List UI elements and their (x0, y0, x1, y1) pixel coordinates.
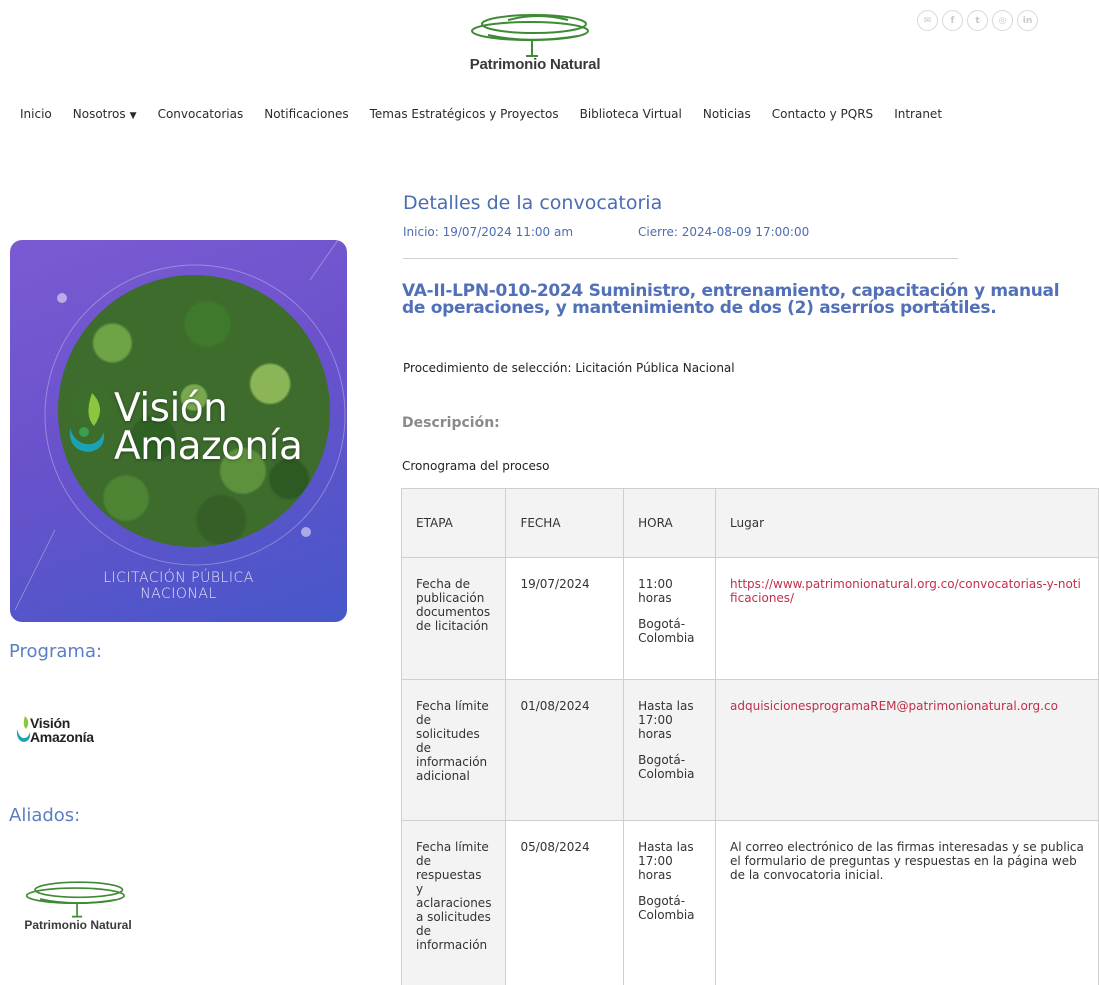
nav-item-temas[interactable]: Temas Estratégicos y Proyectos (370, 107, 559, 121)
inicio-date: Inicio: 19/07/2024 11:00 am (403, 225, 574, 239)
hora-value: Hasta las 17:00 horas (638, 840, 694, 882)
nav-item-nosotros-label: Nosotros (72, 107, 126, 121)
column-header-fecha: FECHA (505, 488, 625, 558)
convocatoria-dates: Inicio: 19/07/2024 11:00 am Cierre: 2024… (403, 225, 809, 239)
hora-cell: 11:00 horas Bogotá-Colombia (623, 557, 717, 680)
fecha-cell: 01/08/2024 (505, 679, 625, 821)
etapa-cell: Fecha límite de respuestas y aclaracione… (400, 820, 507, 985)
linkedin-icon[interactable]: in (1017, 10, 1038, 31)
page-title: Detalles de la convocatoria (403, 192, 663, 214)
lugar-cell: adquisicionesprogramaREM@patrimonionatur… (715, 679, 1099, 821)
main-nav: Inicio Nosotros ▼ Convocatorias Notificac… (20, 107, 963, 121)
vision-amazonia-logo[interactable]: Visión Amazonía (15, 714, 125, 746)
convocatorias-link[interactable]: https://www.patrimonionatural.org.co/con… (730, 577, 1081, 605)
schedule-table: ETAPA FECHA HORA Lugar Fecha de publicac… (400, 488, 1099, 985)
hero-title-line-2: Amazonía (114, 424, 303, 469)
logo-text: Patrimonio Natural (469, 56, 601, 73)
lugar-cell: https://www.patrimonionatural.org.co/con… (715, 557, 1099, 680)
email-link[interactable]: adquisicionesprogramaREM@patrimonionatur… (730, 699, 1058, 713)
twitter-icon[interactable]: t (967, 10, 988, 31)
programa-heading: Programa: (9, 641, 103, 662)
hero-subtitle-line-2: NACIONAL (140, 586, 217, 602)
hora-value: 11:00 horas (638, 577, 673, 605)
facebook-icon[interactable]: f (942, 10, 963, 31)
aliado-tree-icon (25, 881, 125, 918)
hero-subtitle-line-1: LICITACIÓN PÚBLICA (103, 570, 254, 586)
aliados-heading: Aliados: (9, 805, 81, 826)
aliado-patrimonio-natural-logo[interactable]: Patrimonio Natural (8, 878, 148, 938)
cierre-date: Cierre: 2024-08-09 17:00:00 (638, 225, 810, 239)
vision-amazonia-logo-line-2: Amazonía (30, 729, 94, 745)
nav-item-noticias[interactable]: Noticias (703, 107, 751, 121)
tree-logo-icon (471, 14, 589, 57)
column-header-hora: HORA (623, 488, 717, 558)
instagram-icon[interactable]: ◎ (992, 10, 1013, 31)
nav-item-contacto[interactable]: Contacto y PQRS (772, 107, 873, 121)
hero-title: Visión Amazonía (114, 386, 303, 469)
nav-item-inicio[interactable]: Inicio (20, 107, 52, 121)
vision-amazonia-mini-leaf-icon (16, 716, 31, 742)
email-icon[interactable]: ✉ (917, 10, 938, 31)
process-title: VA-II-LPN-010-2024 Suministro, entrenami… (402, 281, 1060, 318)
social-links: ✉ f t ◎ in (917, 10, 1038, 31)
column-header-lugar: Lugar (715, 488, 1099, 558)
hora-value: Hasta las 17:00 horas (638, 699, 694, 741)
nav-item-notificaciones[interactable]: Notificaciones (264, 107, 348, 121)
nav-item-intranet[interactable]: Intranet (894, 107, 942, 121)
lugar-cell: Al correo electrónico de las firmas inte… (715, 820, 1099, 985)
city-value: Bogotá-Colombia (638, 617, 695, 645)
vision-amazonia-logo-line-1: Visión (30, 715, 70, 731)
column-header-etapa: ETAPA (400, 488, 507, 558)
selection-procedure: Procedimiento de selección: Licitación P… (403, 361, 735, 375)
table-header-row: ETAPA FECHA HORA Lugar (400, 488, 1099, 558)
divider (403, 258, 958, 259)
schedule-label: Cronograma del proceso (402, 459, 550, 473)
aliado-logo-text: Patrimonio Natural (24, 918, 132, 932)
table-row: Fecha límite de solicitudes de informaci… (400, 679, 1099, 821)
etapa-cell: Fecha de publicación documentos de licit… (400, 557, 507, 680)
vision-amazonia-leaf-icon (69, 393, 105, 452)
vision-amazonia-logo-text: Visión Amazonía (30, 716, 94, 744)
description-heading: Descripción: (402, 415, 500, 431)
hero-image: Visión Amazonía LICITACIÓN PÚBLICA NACIO… (10, 240, 347, 622)
nav-item-biblioteca[interactable]: Biblioteca Virtual (580, 107, 682, 121)
hero-title-line-1: Visión (114, 386, 228, 431)
etapa-cell: Fecha límite de solicitudes de informaci… (400, 679, 507, 821)
hero-subtitle: LICITACIÓN PÚBLICA NACIONAL (10, 570, 347, 602)
table-row: Fecha límite de respuestas y aclaracione… (400, 820, 1099, 985)
nav-item-convocatorias[interactable]: Convocatorias (158, 107, 244, 121)
fecha-cell: 05/08/2024 (505, 820, 625, 985)
city-value: Bogotá-Colombia (638, 894, 695, 922)
caret-down-icon: ▼ (129, 111, 137, 121)
hora-cell: Hasta las 17:00 horas Bogotá-Colombia (623, 820, 717, 985)
city-value: Bogotá-Colombia (638, 753, 695, 781)
patrimonio-natural-logo[interactable]: Patrimonio Natural (450, 10, 620, 74)
hora-cell: Hasta las 17:00 horas Bogotá-Colombia (623, 679, 717, 821)
fecha-cell: 19/07/2024 (505, 557, 625, 680)
table-row: Fecha de publicación documentos de licit… (400, 557, 1099, 680)
nav-item-nosotros[interactable]: Nosotros ▼ (73, 107, 137, 121)
